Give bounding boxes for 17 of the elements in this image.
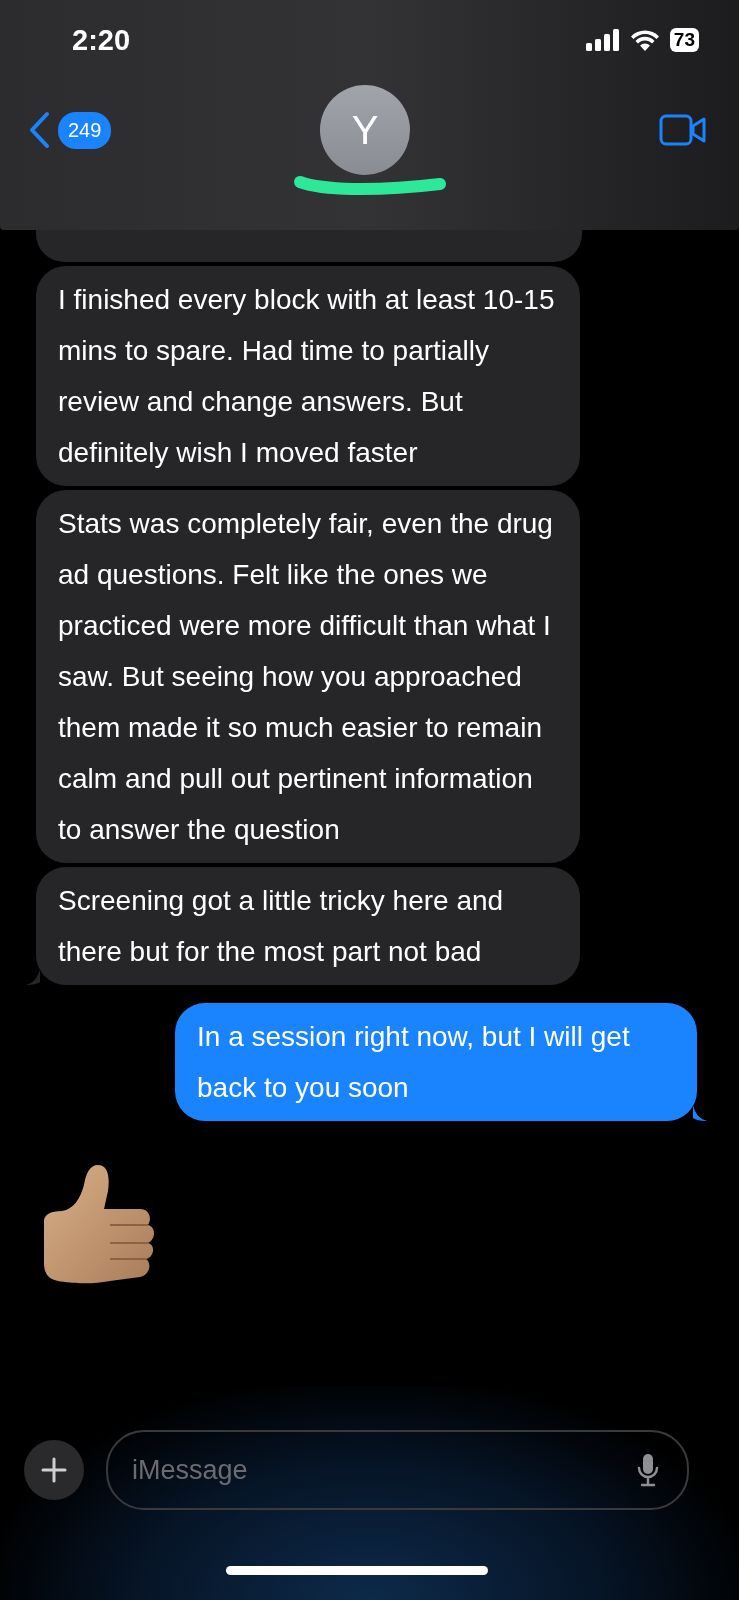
sent-message: In a session right now, but I will get back to you soon — [175, 1003, 697, 1121]
microphone-icon[interactable] — [637, 1453, 659, 1487]
back-chevron-icon[interactable] — [28, 111, 50, 149]
signal-icon — [585, 29, 620, 51]
contact-avatar[interactable]: Y — [320, 85, 411, 175]
received-message: I finished every block with at least 10-15 mins to spare. Had time to partially review and change answers. But definitely wish I moved faster — [36, 266, 580, 486]
received-message: Stats was completely fair, even the drug ad questions. Felt like the ones we practiced were more difficult than what I saw. But seeing how you approached them made it so much easier to remain calm and pull out pertinent information to answer the question — [36, 490, 580, 863]
received-message: Screening got a little tricky here and there but for the most part not bad — [36, 867, 580, 985]
wifi-icon — [629, 29, 660, 51]
status-time: 2:20 — [72, 23, 131, 57]
unread-count-badge[interactable]: 249 — [58, 111, 112, 149]
add-button[interactable] — [24, 1440, 84, 1500]
plus-icon — [40, 1456, 68, 1484]
video-call-icon[interactable] — [659, 114, 707, 146]
battery-level: 73 — [669, 28, 699, 52]
message-input-field[interactable]: iMessage — [106, 1430, 689, 1510]
message-input[interactable]: iMessage — [130, 1453, 637, 1487]
